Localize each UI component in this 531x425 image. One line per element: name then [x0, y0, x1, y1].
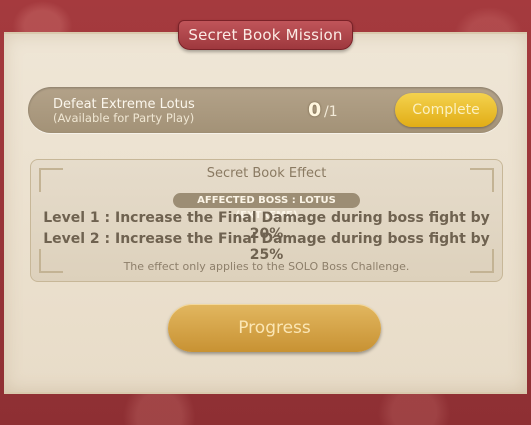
mission-name: Defeat Extreme Lotus — [53, 97, 195, 112]
complete-button[interactable]: Complete — [395, 93, 497, 127]
mission-row: Defeat Extreme Lotus (Available for Part… — [28, 87, 503, 133]
mission-progress-total: /1 — [324, 104, 338, 120]
effect-note: The effect only applies to the SOLO Boss… — [123, 260, 410, 273]
effect-title: Secret Book Effect — [206, 166, 327, 181]
effect-panel: Secret Book Effect AFFECTED BOSS : LOTUS… — [30, 159, 503, 282]
progress-button[interactable]: Progress — [168, 304, 381, 352]
dialog-title: Secret Book Mission — [178, 20, 353, 50]
affected-boss-badge: AFFECTED BOSS : LOTUS (EXTREME) — [173, 193, 360, 221]
effect-level-2: Level 2 : Increase the Final Damage duri… — [43, 231, 490, 263]
mission-progress-count: 0 — [308, 99, 322, 121]
mission-note: (Available for Party Play) — [53, 111, 195, 125]
